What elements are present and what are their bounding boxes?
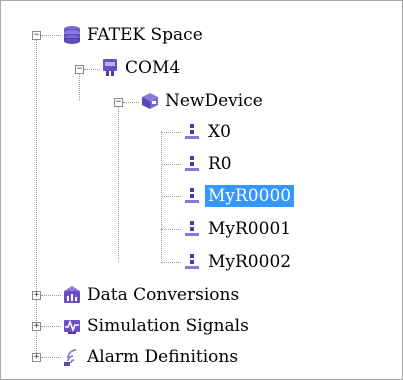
tree-connector (84, 69, 100, 70)
tree-connector (41, 326, 61, 327)
tree-connector (161, 196, 181, 197)
tag-icon (185, 188, 199, 203)
device-box-icon (142, 93, 158, 109)
tree-connector (41, 295, 61, 296)
tree-connector (161, 229, 181, 230)
data-conversion-icon (64, 286, 80, 303)
tag-icon (185, 124, 199, 139)
expand-toggle[interactable]: + (32, 291, 41, 300)
tree-connector (41, 357, 61, 358)
tree-node-label[interactable]: R0 (205, 153, 235, 175)
simulation-signal-icon (64, 319, 80, 334)
tree-connector (79, 73, 80, 101)
collapse-toggle[interactable]: − (32, 31, 41, 40)
collapse-toggle[interactable]: − (114, 98, 123, 107)
tree-connector (41, 35, 61, 36)
alarm-icon (64, 349, 77, 366)
tree-connector (161, 131, 162, 263)
expand-toggle[interactable]: + (32, 322, 41, 331)
tree-node-label[interactable]: MyR0000 (205, 185, 295, 207)
tag-icon (185, 221, 199, 236)
tag-icon (185, 156, 199, 171)
tree-connector (123, 102, 139, 103)
tree-connector (36, 39, 37, 357)
tree-node-label[interactable]: NewDevice (162, 90, 266, 112)
tree-node-label[interactable]: X0 (205, 121, 234, 143)
tree-node-label[interactable]: COM4 (122, 57, 183, 79)
tree-node-label[interactable]: MyR0002 (205, 251, 294, 273)
tree-node-label[interactable]: Data Conversions (84, 284, 242, 306)
tree-view: − FATEK Space − COM4 − NewDevice X0 R0 M… (1, 1, 402, 379)
tag-icon (185, 254, 199, 269)
tree-node-label[interactable]: MyR0001 (205, 218, 294, 240)
tree-node-label[interactable]: FATEK Space (84, 24, 206, 46)
serial-port-icon (103, 59, 117, 76)
tree-node-label[interactable]: Simulation Signals (84, 315, 252, 337)
database-icon (64, 26, 80, 44)
expand-toggle[interactable]: + (32, 353, 41, 362)
tree-panel: − FATEK Space − COM4 − NewDevice X0 R0 M… (0, 0, 403, 380)
tree-connector (118, 107, 119, 262)
collapse-toggle[interactable]: − (75, 65, 84, 74)
tree-connector (161, 132, 181, 133)
tree-node-label[interactable]: Alarm Definitions (84, 346, 241, 368)
tree-connector (161, 262, 181, 263)
tree-connector (161, 164, 181, 165)
